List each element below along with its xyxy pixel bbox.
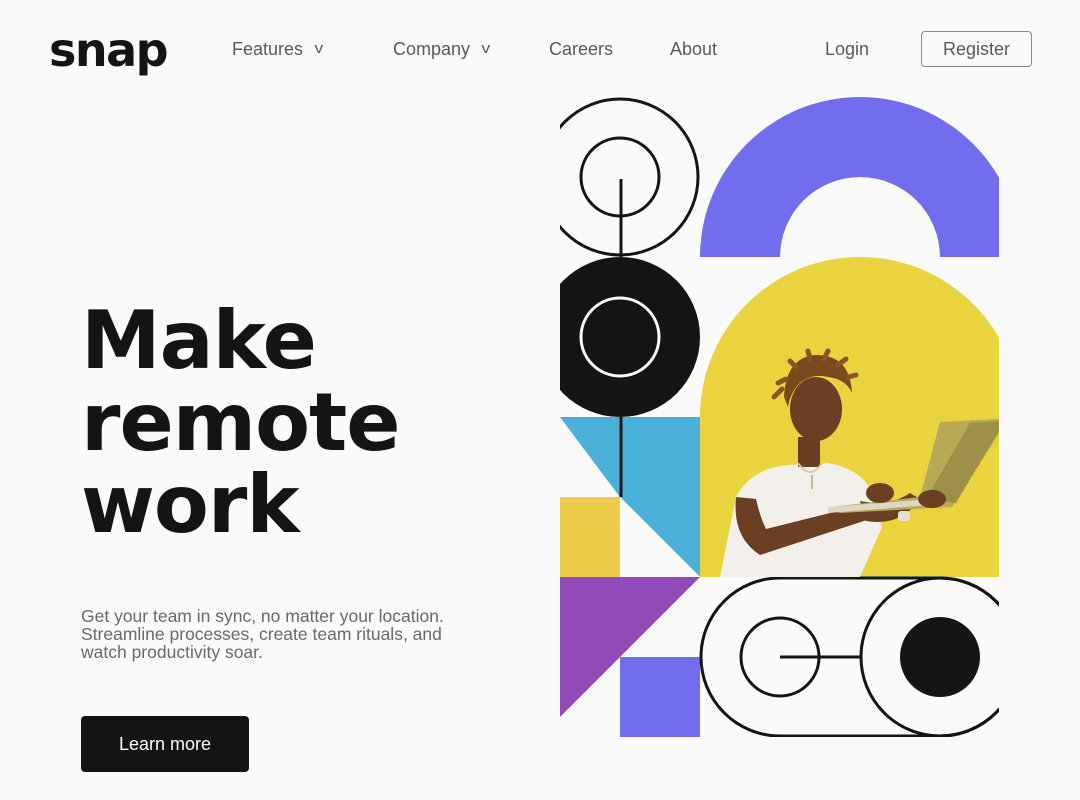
hero-title-line: Make bbox=[81, 294, 317, 387]
black-dot bbox=[900, 617, 980, 697]
yellow-square bbox=[560, 497, 620, 577]
hero-title-line: work bbox=[81, 458, 300, 551]
nav-features[interactable]: Features v bbox=[232, 37, 323, 61]
nav-about-label: About bbox=[670, 39, 718, 59]
learn-more-button[interactable]: Learn more bbox=[81, 716, 249, 772]
register-button[interactable]: Register bbox=[921, 31, 1032, 67]
chevron-down-icon: v bbox=[481, 40, 491, 57]
nav-features-label: Features bbox=[232, 39, 304, 59]
landing-page: snap Features v Company v Careers About … bbox=[0, 0, 1080, 800]
nav-careers-label: Careers bbox=[549, 39, 614, 59]
hero-title: Make remote work bbox=[81, 300, 521, 546]
nav-careers[interactable]: Careers bbox=[549, 37, 613, 61]
nav-company[interactable]: Company v bbox=[393, 37, 490, 61]
geometric-shapes bbox=[560, 97, 999, 737]
purple-square bbox=[620, 657, 700, 737]
hero-illustration bbox=[560, 97, 1000, 737]
logo[interactable]: snap bbox=[49, 22, 169, 78]
hero-description: Get your team in sync, no matter your lo… bbox=[81, 606, 444, 662]
hero-title-line: remote bbox=[81, 376, 401, 469]
nav-company-label: Company bbox=[393, 39, 471, 59]
login-link[interactable]: Login bbox=[825, 37, 869, 61]
chevron-down-icon: v bbox=[314, 40, 324, 57]
nav-about[interactable]: About bbox=[670, 37, 717, 61]
